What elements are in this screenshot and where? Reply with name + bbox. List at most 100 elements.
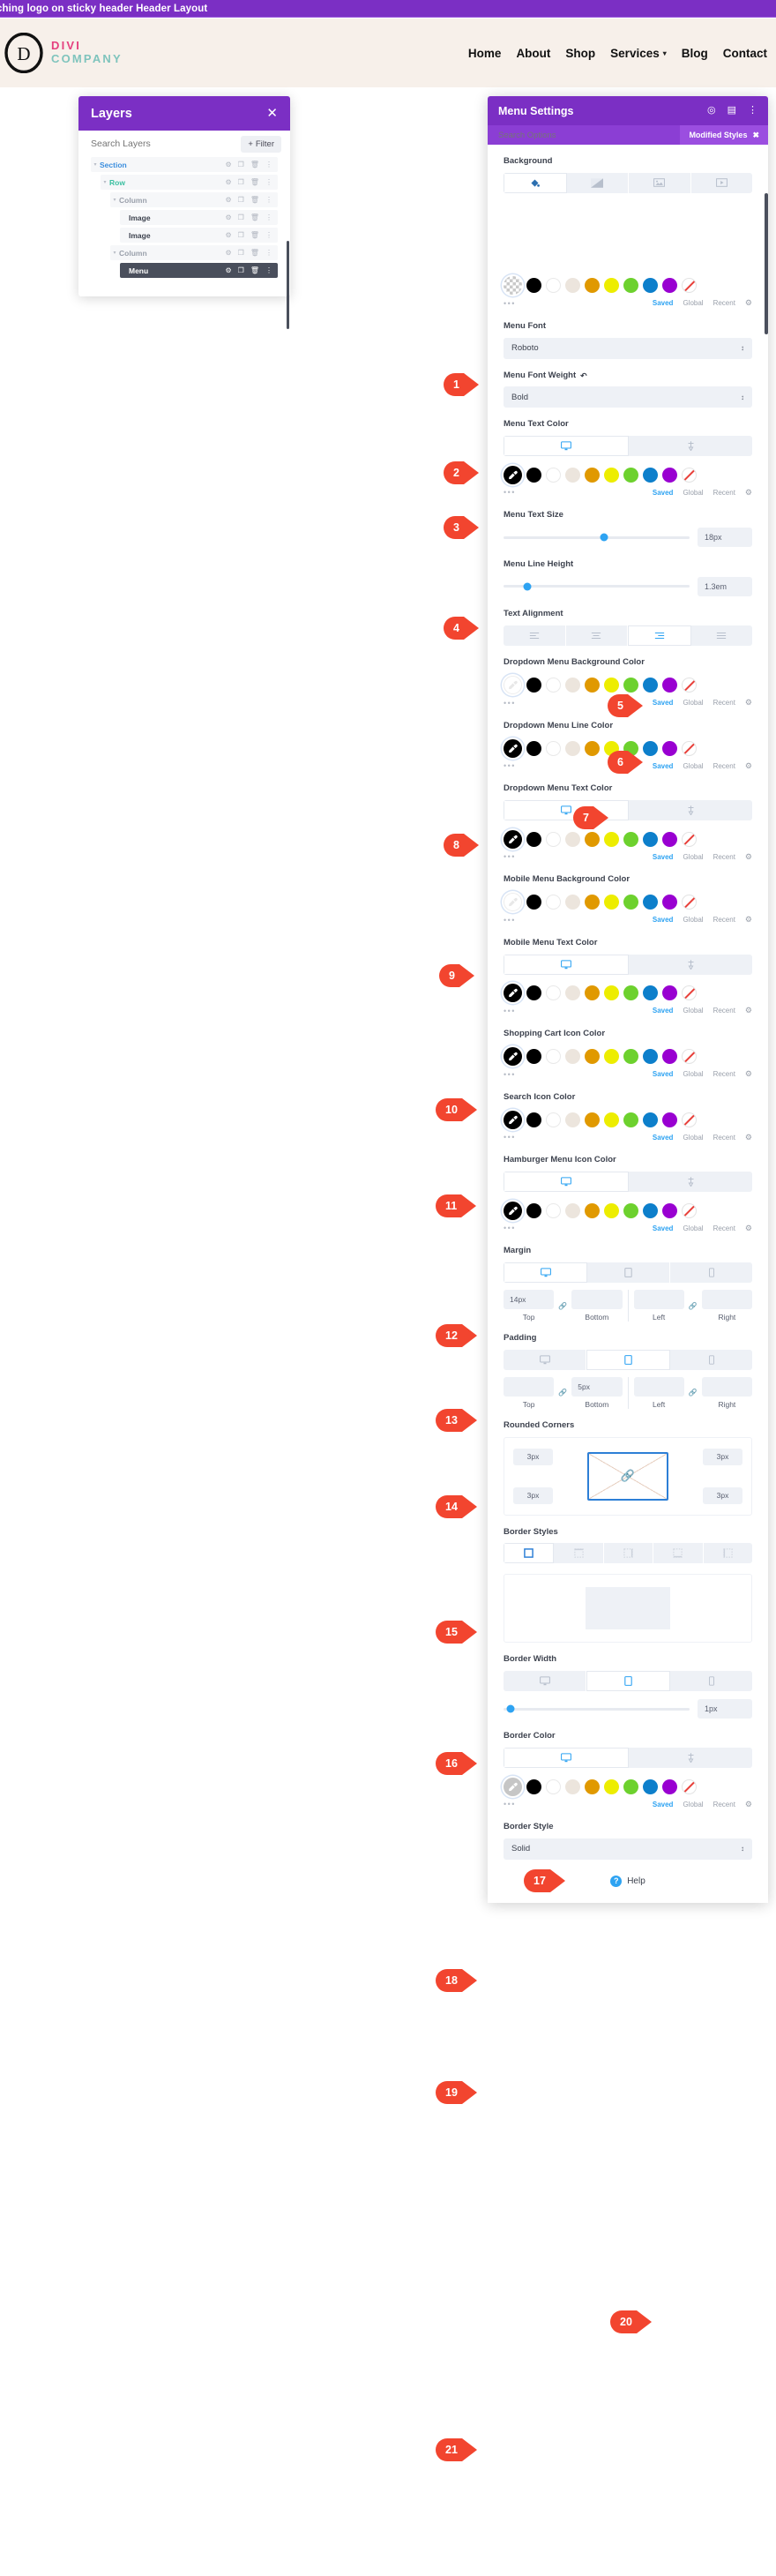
palette-tab-saved[interactable]: Saved (653, 1801, 674, 1808)
swatch-white[interactable] (546, 278, 561, 294)
gear-icon[interactable]: ⚙ (745, 488, 752, 498)
swatch-black[interactable] (526, 740, 541, 756)
palette-tab-global[interactable]: Global (683, 1070, 703, 1078)
swatch-blue[interactable] (643, 1112, 658, 1127)
swatch-yellow[interactable] (604, 278, 619, 294)
swatch-orange[interactable] (585, 1202, 600, 1218)
swatch-cream[interactable] (565, 831, 580, 847)
tab-border-right[interactable] (603, 1543, 654, 1564)
swatch-blue[interactable] (643, 278, 658, 294)
palette-tab-saved[interactable]: Saved (653, 1070, 674, 1078)
swatch-orange[interactable] (585, 278, 600, 294)
reset-icon[interactable]: ↶ (580, 371, 587, 381)
swatch-green[interactable] (623, 985, 638, 1001)
swatch-white[interactable] (546, 1112, 561, 1127)
close-icon[interactable]: ✕ (266, 107, 278, 120)
swatch-green[interactable] (623, 278, 638, 294)
more-icon[interactable]: ⋮ (265, 196, 272, 204)
swatch-selected-black[interactable] (504, 984, 522, 1003)
settings-search-input[interactable] (498, 130, 681, 140)
palette-tab-saved[interactable]: Saved (653, 299, 674, 307)
palette-tab-recent[interactable]: Recent (713, 699, 735, 707)
swatch-white[interactable] (546, 985, 561, 1001)
trash-icon[interactable]: 🗑 (250, 178, 259, 186)
tab-desktop[interactable] (504, 436, 629, 457)
layer-row-image-1[interactable]: Image ⚙ ❐ 🗑 ⋮ (120, 210, 278, 225)
swatch-black[interactable] (526, 1112, 541, 1127)
layer-row-column-1[interactable]: ▾ Column ⚙ ❐ 🗑 ⋮ (110, 192, 278, 207)
slider-handle[interactable] (523, 582, 532, 591)
tab-align-left[interactable] (504, 625, 566, 646)
slider-handle[interactable] (506, 1704, 515, 1713)
swatch-white[interactable] (546, 1778, 561, 1794)
palette-tab-recent[interactable]: Recent (713, 1070, 735, 1078)
link-icon[interactable]: 🔗 (621, 1469, 635, 1483)
palette-tab-global[interactable]: Global (683, 1007, 703, 1015)
palette-tab-global[interactable]: Global (683, 762, 703, 770)
tab-background-gradient[interactable] (566, 172, 629, 193)
tab-background-image[interactable] (629, 172, 691, 193)
tab-tablet[interactable] (586, 1671, 670, 1692)
trash-icon[interactable]: 🗑 (250, 249, 259, 257)
swatch-purple[interactable] (662, 831, 677, 847)
swatch-none[interactable] (682, 895, 697, 910)
swatch-white[interactable] (546, 895, 561, 910)
tab-desktop[interactable] (504, 954, 629, 975)
swatch-yellow[interactable] (604, 1778, 619, 1794)
tab-background-color[interactable] (504, 172, 567, 193)
gear-icon[interactable]: ⚙ (745, 698, 752, 708)
slider-handle[interactable] (600, 533, 608, 542)
swatch-yellow[interactable] (604, 831, 619, 847)
swatch-yellow[interactable] (604, 467, 619, 483)
palette-tab-global[interactable]: Global (683, 1224, 703, 1232)
palette-tab-global[interactable]: Global (683, 916, 703, 924)
margin-bottom-input[interactable] (571, 1290, 623, 1309)
palette-tab-recent[interactable]: Recent (713, 299, 735, 307)
swatch-none[interactable] (682, 1778, 697, 1794)
close-icon[interactable]: ✖ (752, 131, 759, 140)
more-colors-icon[interactable]: ••• (504, 1224, 516, 1232)
layers-search-input[interactable] (91, 139, 242, 149)
border-width-value[interactable]: 1px (698, 1699, 752, 1719)
swatch-black[interactable] (526, 467, 541, 483)
swatch-none[interactable] (682, 1202, 697, 1218)
gear-icon[interactable]: ⚙ (745, 298, 752, 308)
layer-row-image-2[interactable]: Image ⚙ ❐ 🗑 ⋮ (120, 228, 278, 243)
tab-background-video[interactable] (690, 172, 752, 193)
swatch-selected-black[interactable] (504, 1047, 522, 1067)
chevron-down-icon[interactable]: ▾ (91, 161, 100, 168)
swatch-none[interactable] (682, 831, 697, 847)
swatch-purple[interactable] (662, 895, 677, 910)
palette-tab-saved[interactable]: Saved (653, 916, 674, 924)
swatch-yellow[interactable] (604, 740, 619, 756)
tab-border-bottom[interactable] (653, 1543, 704, 1564)
more-colors-icon[interactable]: ••• (504, 1070, 516, 1079)
swatch-white[interactable] (546, 678, 561, 693)
swatch-black[interactable] (526, 1202, 541, 1218)
tab-desktop[interactable] (504, 800, 629, 821)
link-icon[interactable]: 🔗 (554, 1389, 571, 1397)
nav-item-home[interactable]: Home (468, 47, 502, 60)
tab-sticky[interactable] (629, 954, 752, 975)
more-icon[interactable]: ⋮ (265, 213, 272, 221)
swatch-blue[interactable] (643, 1202, 658, 1218)
swatch-orange[interactable] (585, 1112, 600, 1127)
margin-top-input[interactable]: 14px (504, 1290, 555, 1309)
swatch-none[interactable] (682, 278, 697, 294)
tab-align-right[interactable] (628, 625, 691, 646)
corner-bottom-left-input[interactable]: 3px (513, 1486, 553, 1504)
tab-desktop[interactable] (504, 1349, 586, 1370)
tab-border-all[interactable] (504, 1543, 555, 1564)
palette-tab-global[interactable]: Global (683, 1134, 703, 1142)
swatch-cream[interactable] (565, 467, 580, 483)
margin-left-input[interactable] (633, 1290, 684, 1309)
gear-icon[interactable]: ⚙ (226, 213, 232, 221)
gear-icon[interactable]: ⚙ (226, 266, 232, 274)
swatch-selected-black[interactable] (504, 465, 522, 484)
swatch-none[interactable] (682, 467, 697, 483)
palette-tab-global[interactable]: Global (683, 299, 703, 307)
gear-icon[interactable]: ⚙ (745, 1800, 752, 1809)
padding-top-input[interactable] (504, 1376, 555, 1397)
chevron-down-icon[interactable]: ▾ (110, 197, 119, 203)
gear-icon[interactable]: ⚙ (745, 1224, 752, 1233)
